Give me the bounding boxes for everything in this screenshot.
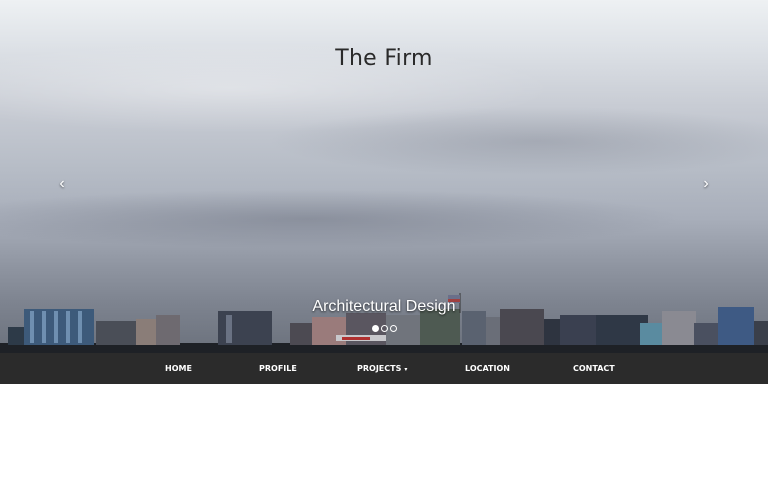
nav-projects-dropdown[interactable]: PROJECTS ▾ <box>357 353 407 384</box>
carousel-indicator-2[interactable] <box>381 325 388 332</box>
carousel-indicator-1[interactable] <box>372 325 379 332</box>
chevron-right-icon: › <box>703 175 709 192</box>
nav-projects-label: PROJECTS <box>357 364 402 373</box>
carousel-next-button[interactable]: › <box>696 174 716 194</box>
chevron-left-icon: ‹ <box>59 175 65 192</box>
nav-location-link[interactable]: LOCATION <box>465 353 510 384</box>
carousel-prev-button[interactable]: ‹ <box>52 174 72 194</box>
nav-contact-link[interactable]: CONTACT <box>573 353 615 384</box>
caret-down-icon: ▾ <box>404 366 408 373</box>
carousel-indicator-3[interactable] <box>390 325 397 332</box>
hero-title: The Firm <box>335 46 433 71</box>
hero-carousel: The Firm Architectural Design ‹ › <box>0 0 768 353</box>
slide-caption: Architectural Design <box>312 298 456 315</box>
carousel-indicators <box>372 325 397 332</box>
nav-home-link[interactable]: HOME <box>165 353 192 384</box>
nav-profile-link[interactable]: PROFILE <box>259 353 297 384</box>
main-navbar: HOME PROFILE PROJECTS ▾ LOCATION CONTACT <box>0 353 768 384</box>
